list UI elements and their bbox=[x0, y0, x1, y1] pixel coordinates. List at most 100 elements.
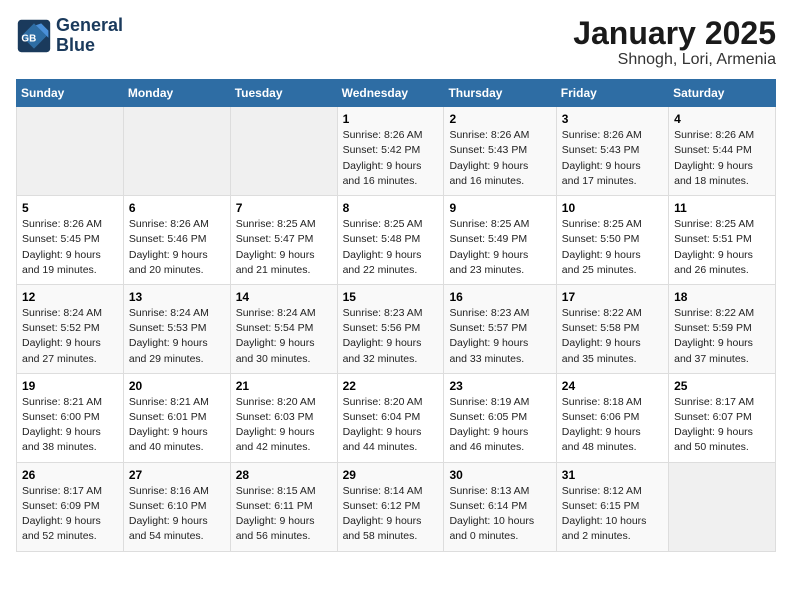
day-cell: 27Sunrise: 8:16 AMSunset: 6:10 PMDayligh… bbox=[123, 462, 230, 551]
day-cell: 6 Sunrise: 8:26 AMSunset: 5:46 PMDaylight… bbox=[123, 196, 230, 285]
day-number: 21 bbox=[236, 379, 332, 393]
day-cell: 4 Sunrise: 8:26 AMSunset: 5:44 PMDaylight… bbox=[669, 107, 776, 196]
day-cell: 26 Sunrise: 8:17 AMSunset: 6:09 PMDayligh… bbox=[17, 462, 124, 551]
day-detail: Sunrise: 8:15 AMSunset: 6:11 PMDaylight:… bbox=[236, 484, 332, 545]
day-detail: Sunrise: 8:24 AMSunset: 5:52 PMDaylight:… bbox=[22, 306, 118, 367]
day-cell: 8 Sunrise: 8:25 AMSunset: 5:48 PMDaylight… bbox=[337, 196, 444, 285]
calendar-subtitle: Shnogh, Lori, Armenia bbox=[573, 51, 776, 69]
day-detail: Sunrise: 8:21 AMSunset: 6:01 PMDaylight:… bbox=[129, 395, 225, 456]
day-cell: 22Sunrise: 8:20 AMSunset: 6:04 PMDayligh… bbox=[337, 373, 444, 462]
logo-line2: Blue bbox=[56, 36, 123, 56]
day-cell: 7 Sunrise: 8:25 AMSunset: 5:47 PMDaylight… bbox=[230, 196, 337, 285]
day-cell: 12Sunrise: 8:24 AMSunset: 5:52 PMDayligh… bbox=[17, 284, 124, 373]
calendar-title: January 2025 bbox=[573, 16, 776, 51]
week-row-4: 19 Sunrise: 8:21 AMSunset: 6:00 PMDayligh… bbox=[17, 373, 776, 462]
day-number: 13 bbox=[129, 290, 225, 304]
day-cell: 1 Sunrise: 8:26 AMSunset: 5:42 PMDaylight… bbox=[337, 107, 444, 196]
day-cell: 20 Sunrise: 8:21 AMSunset: 6:01 PMDayligh… bbox=[123, 373, 230, 462]
weekday-header-tuesday: Tuesday bbox=[230, 80, 337, 107]
day-number: 15 bbox=[343, 290, 439, 304]
day-detail: Sunrise: 8:22 AMSunset: 5:59 PMDaylight:… bbox=[674, 306, 770, 367]
weekday-header-wednesday: Wednesday bbox=[337, 80, 444, 107]
calendar-table: SundayMondayTuesdayWednesdayThursdayFrid… bbox=[16, 79, 776, 551]
day-detail: Sunrise: 8:23 AMSunset: 5:57 PMDaylight:… bbox=[449, 306, 550, 367]
day-detail: Sunrise: 8:26 AMSunset: 5:46 PMDaylight:… bbox=[129, 217, 225, 278]
day-detail: Sunrise: 8:24 AMSunset: 5:54 PMDaylight:… bbox=[236, 306, 332, 367]
day-detail: Sunrise: 8:26 AMSunset: 5:44 PMDaylight:… bbox=[674, 128, 770, 189]
day-cell: 21 Sunrise: 8:20 AMSunset: 6:03 PMDayligh… bbox=[230, 373, 337, 462]
day-number: 20 bbox=[129, 379, 225, 393]
day-number: 16 bbox=[449, 290, 550, 304]
weekday-header-thursday: Thursday bbox=[444, 80, 556, 107]
day-number: 18 bbox=[674, 290, 770, 304]
title-block: January 2025 Shnogh, Lori, Armenia bbox=[573, 16, 776, 69]
logo-line1: General bbox=[56, 16, 123, 36]
day-detail: Sunrise: 8:25 AMSunset: 5:48 PMDaylight:… bbox=[343, 217, 439, 278]
day-cell: 23 Sunrise: 8:19 AMSunset: 6:05 PMDayligh… bbox=[444, 373, 556, 462]
day-detail: Sunrise: 8:14 AMSunset: 6:12 PMDaylight:… bbox=[343, 484, 439, 545]
day-detail: Sunrise: 8:17 AMSunset: 6:09 PMDaylight:… bbox=[22, 484, 118, 545]
day-cell: 24 Sunrise: 8:18 AMSunset: 6:06 PMDayligh… bbox=[556, 373, 668, 462]
day-cell: 9 Sunrise: 8:25 AMSunset: 5:49 PMDaylight… bbox=[444, 196, 556, 285]
day-number: 2 bbox=[449, 112, 550, 126]
day-cell: 28Sunrise: 8:15 AMSunset: 6:11 PMDayligh… bbox=[230, 462, 337, 551]
day-number: 17 bbox=[562, 290, 663, 304]
day-number: 23 bbox=[449, 379, 550, 393]
day-cell: 31 Sunrise: 8:12 AMSunset: 6:15 PMDayligh… bbox=[556, 462, 668, 551]
day-detail: Sunrise: 8:25 AMSunset: 5:49 PMDaylight:… bbox=[449, 217, 550, 278]
day-detail: Sunrise: 8:26 AMSunset: 5:45 PMDaylight:… bbox=[22, 217, 118, 278]
day-detail: Sunrise: 8:13 AMSunset: 6:14 PMDaylight:… bbox=[449, 484, 550, 545]
day-cell: 11Sunrise: 8:25 AMSunset: 5:51 PMDayligh… bbox=[669, 196, 776, 285]
day-detail: Sunrise: 8:24 AMSunset: 5:53 PMDaylight:… bbox=[129, 306, 225, 367]
week-row-2: 5Sunrise: 8:26 AMSunset: 5:45 PMDaylight… bbox=[17, 196, 776, 285]
day-number: 22 bbox=[343, 379, 439, 393]
day-cell: 14 Sunrise: 8:24 AMSunset: 5:54 PMDayligh… bbox=[230, 284, 337, 373]
day-cell: 19 Sunrise: 8:21 AMSunset: 6:00 PMDayligh… bbox=[17, 373, 124, 462]
day-detail: Sunrise: 8:16 AMSunset: 6:10 PMDaylight:… bbox=[129, 484, 225, 545]
day-number: 24 bbox=[562, 379, 663, 393]
day-detail: Sunrise: 8:25 AMSunset: 5:47 PMDaylight:… bbox=[236, 217, 332, 278]
day-cell: 18 Sunrise: 8:22 AMSunset: 5:59 PMDayligh… bbox=[669, 284, 776, 373]
logo-icon: GB bbox=[16, 18, 52, 54]
day-detail: Sunrise: 8:26 AMSunset: 5:43 PMDaylight:… bbox=[449, 128, 550, 189]
svg-text:GB: GB bbox=[21, 33, 36, 44]
weekday-header-saturday: Saturday bbox=[669, 80, 776, 107]
day-detail: Sunrise: 8:20 AMSunset: 6:03 PMDaylight:… bbox=[236, 395, 332, 456]
day-detail: Sunrise: 8:25 AMSunset: 5:50 PMDaylight:… bbox=[562, 217, 663, 278]
day-number: 14 bbox=[236, 290, 332, 304]
day-cell bbox=[17, 107, 124, 196]
day-detail: Sunrise: 8:22 AMSunset: 5:58 PMDaylight:… bbox=[562, 306, 663, 367]
calendar-container: GB General Blue January 2025 Shnogh, Lor… bbox=[0, 0, 792, 560]
day-detail: Sunrise: 8:26 AMSunset: 5:42 PMDaylight:… bbox=[343, 128, 439, 189]
week-row-1: 1 Sunrise: 8:26 AMSunset: 5:42 PMDaylight… bbox=[17, 107, 776, 196]
header-row: GB General Blue January 2025 Shnogh, Lor… bbox=[16, 16, 776, 69]
day-number: 6 bbox=[129, 201, 225, 215]
day-number: 7 bbox=[236, 201, 332, 215]
day-detail: Sunrise: 8:12 AMSunset: 6:15 PMDaylight:… bbox=[562, 484, 663, 545]
day-number: 10 bbox=[562, 201, 663, 215]
logo-text: General Blue bbox=[56, 16, 123, 56]
day-detail: Sunrise: 8:21 AMSunset: 6:00 PMDaylight:… bbox=[22, 395, 118, 456]
week-row-5: 26 Sunrise: 8:17 AMSunset: 6:09 PMDayligh… bbox=[17, 462, 776, 551]
day-detail: Sunrise: 8:25 AMSunset: 5:51 PMDaylight:… bbox=[674, 217, 770, 278]
day-number: 30 bbox=[449, 468, 550, 482]
day-number: 8 bbox=[343, 201, 439, 215]
weekday-header-sunday: Sunday bbox=[17, 80, 124, 107]
day-number: 9 bbox=[449, 201, 550, 215]
day-number: 4 bbox=[674, 112, 770, 126]
day-cell: 13 Sunrise: 8:24 AMSunset: 5:53 PMDayligh… bbox=[123, 284, 230, 373]
day-number: 3 bbox=[562, 112, 663, 126]
day-detail: Sunrise: 8:19 AMSunset: 6:05 PMDaylight:… bbox=[449, 395, 550, 456]
day-detail: Sunrise: 8:17 AMSunset: 6:07 PMDaylight:… bbox=[674, 395, 770, 456]
day-number: 31 bbox=[562, 468, 663, 482]
day-number: 1 bbox=[343, 112, 439, 126]
day-cell bbox=[669, 462, 776, 551]
logo: GB General Blue bbox=[16, 16, 123, 56]
day-cell: 10 Sunrise: 8:25 AMSunset: 5:50 PMDayligh… bbox=[556, 196, 668, 285]
day-cell: 5Sunrise: 8:26 AMSunset: 5:45 PMDaylight… bbox=[17, 196, 124, 285]
day-number: 26 bbox=[22, 468, 118, 482]
day-cell: 15Sunrise: 8:23 AMSunset: 5:56 PMDayligh… bbox=[337, 284, 444, 373]
day-number: 19 bbox=[22, 379, 118, 393]
weekday-header-friday: Friday bbox=[556, 80, 668, 107]
day-detail: Sunrise: 8:18 AMSunset: 6:06 PMDaylight:… bbox=[562, 395, 663, 456]
